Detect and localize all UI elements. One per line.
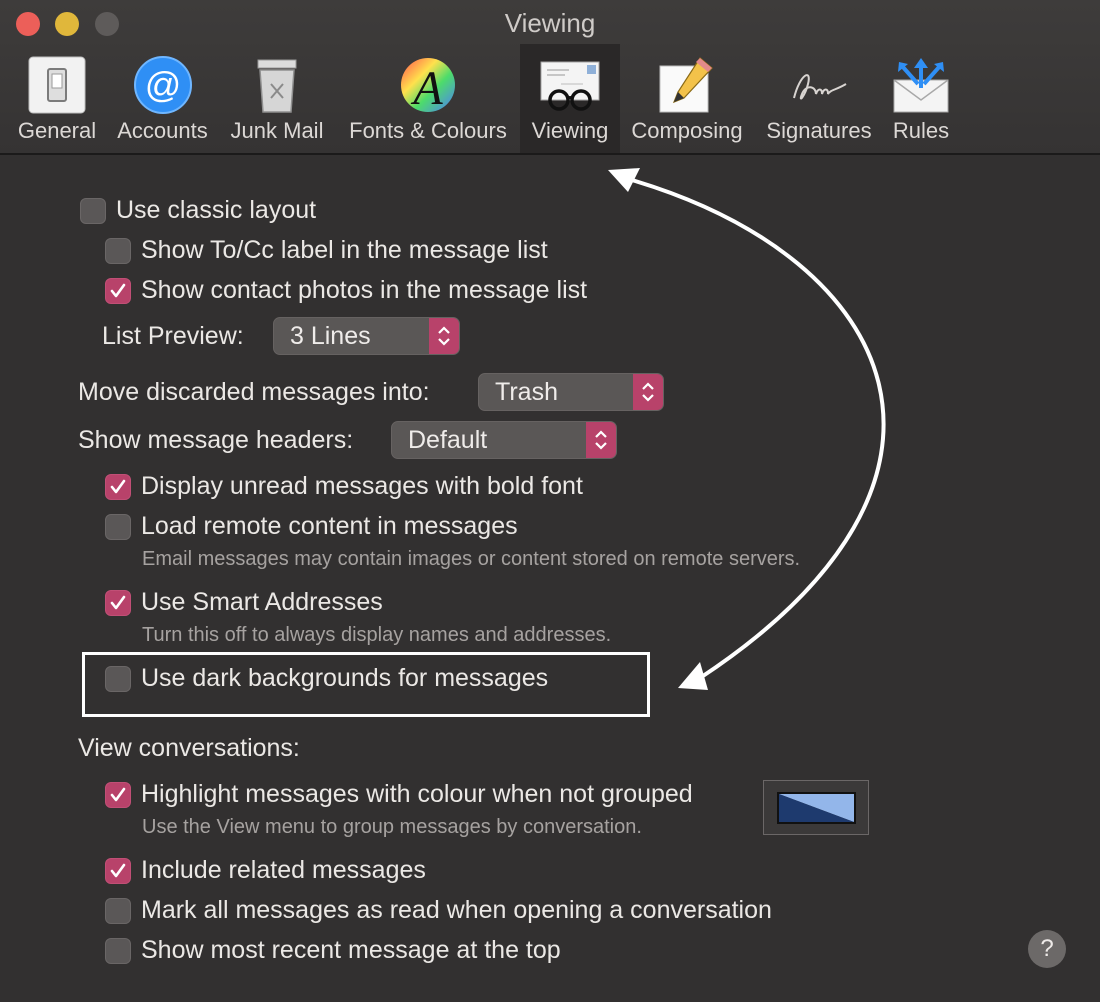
mark-read-row[interactable]: Mark all messages as read when opening a…	[105, 896, 772, 925]
font-color-wheel-icon: A	[397, 54, 459, 116]
colour-swatch	[777, 792, 856, 824]
move-discarded-value: Trash	[495, 377, 558, 406]
message-headers-value: Default	[408, 425, 488, 454]
show-tocc-checkbox[interactable]	[105, 237, 131, 264]
contact-photos-checkbox[interactable]	[105, 277, 131, 304]
tab-junk-mail[interactable]: Junk Mail	[222, 44, 332, 153]
help-button[interactable]: ?	[1028, 930, 1066, 968]
checkmark-icon	[110, 787, 126, 801]
move-discarded-popup[interactable]: Trash	[478, 373, 664, 411]
contact-photos-row[interactable]: Show contact photos in the message list	[105, 276, 587, 305]
highlight-colour-checkbox[interactable]	[105, 781, 131, 808]
view-conversations-label: View conversations:	[78, 734, 300, 762]
arrowhead-bottom-icon	[678, 662, 708, 690]
classic-layout-checkbox[interactable]	[80, 197, 106, 224]
classic-layout-label: Use classic layout	[116, 196, 317, 224]
checkmark-icon	[110, 479, 126, 493]
related-messages-checkbox[interactable]	[105, 857, 131, 884]
glasses-envelope-icon	[539, 54, 601, 116]
tab-label: Composing	[631, 118, 743, 143]
related-messages-row[interactable]: Include related messages	[105, 856, 426, 885]
related-messages-label: Include related messages	[141, 856, 426, 884]
list-preview-value: 3 Lines	[290, 321, 371, 350]
preferences-window: Viewing General @ Accounts Junk Mail A F…	[0, 0, 1100, 1002]
checkmark-icon	[110, 283, 126, 297]
smart-addresses-label: Use Smart Addresses	[141, 588, 383, 616]
smart-addresses-row[interactable]: Use Smart Addresses	[105, 588, 383, 617]
svg-text:@: @	[144, 64, 181, 105]
envelope-arrows-icon	[890, 54, 952, 116]
svg-text:A: A	[410, 62, 443, 115]
highlight-colour-label: Highlight messages with colour when not …	[141, 780, 693, 808]
pencil-note-icon	[656, 54, 718, 116]
list-preview-popup[interactable]: 3 Lines	[273, 317, 460, 355]
tab-label: Signatures	[766, 118, 872, 143]
tab-viewing[interactable]: Viewing	[520, 44, 620, 153]
tab-composing[interactable]: Composing	[624, 44, 750, 153]
tab-accounts[interactable]: @ Accounts	[110, 44, 215, 153]
tab-label: General	[17, 118, 97, 143]
list-preview-label: List Preview:	[102, 322, 244, 350]
mark-read-checkbox[interactable]	[105, 897, 131, 924]
smart-addresses-checkbox[interactable]	[105, 589, 131, 616]
light-switch-icon	[26, 54, 88, 116]
show-tocc-label: Show To/Cc label in the message list	[141, 236, 548, 264]
tab-label: Fonts & Colours	[349, 118, 507, 143]
mark-read-label: Mark all messages as read when opening a…	[141, 896, 772, 924]
up-down-chevron-icon	[429, 318, 459, 354]
tab-label: Viewing	[531, 118, 609, 143]
window-title: Viewing	[504, 8, 596, 38]
message-headers-label: Show message headers:	[78, 426, 354, 454]
remote-content-label: Load remote content in messages	[141, 512, 518, 540]
tab-fonts-colours[interactable]: A Fonts & Colours	[340, 44, 516, 153]
bold-unread-label: Display unread messages with bold font	[141, 472, 583, 500]
tab-label: Accounts	[117, 118, 208, 143]
checkmark-icon	[110, 863, 126, 877]
toolbar: Viewing General @ Accounts Junk Mail A F…	[0, 0, 1100, 155]
show-tocc-row[interactable]: Show To/Cc label in the message list	[105, 236, 548, 265]
at-sign-icon: @	[132, 54, 194, 116]
bold-unread-row[interactable]: Display unread messages with bold font	[105, 472, 583, 501]
recent-top-checkbox[interactable]	[105, 937, 131, 964]
checkmark-icon	[110, 595, 126, 609]
tab-signatures[interactable]: Signatures	[758, 44, 880, 153]
classic-layout-row[interactable]: Use classic layout	[80, 196, 316, 225]
highlight-colour-row[interactable]: Highlight messages with colour when not …	[105, 780, 693, 809]
remote-content-checkbox[interactable]	[105, 513, 131, 540]
bold-unread-checkbox[interactable]	[105, 473, 131, 500]
highlight-colour-hint: Use the View menu to group messages by c…	[142, 816, 642, 838]
contact-photos-label: Show contact photos in the message list	[141, 276, 588, 304]
annotation-highlight-box	[82, 652, 650, 717]
recent-top-row[interactable]: Show most recent message at the top	[105, 936, 561, 965]
tab-general[interactable]: General	[8, 44, 106, 153]
message-headers-popup[interactable]: Default	[391, 421, 617, 459]
trash-bin-icon	[246, 54, 308, 116]
tab-rules[interactable]: Rules	[886, 44, 956, 153]
tab-label: Rules	[892, 118, 950, 143]
signature-icon	[788, 54, 850, 116]
recent-top-label: Show most recent message at the top	[141, 936, 561, 964]
arrowhead-top-icon	[608, 168, 640, 192]
move-discarded-label: Move discarded messages into:	[78, 378, 430, 406]
highlight-colour-well[interactable]	[763, 780, 869, 835]
up-down-chevron-icon	[633, 374, 663, 410]
remote-content-hint: Email messages may contain images or con…	[142, 548, 801, 570]
up-down-chevron-icon	[586, 422, 616, 458]
remote-content-row[interactable]: Load remote content in messages	[105, 512, 518, 541]
tab-label: Junk Mail	[230, 118, 324, 143]
smart-addresses-hint: Turn this off to always display names an…	[142, 624, 612, 646]
